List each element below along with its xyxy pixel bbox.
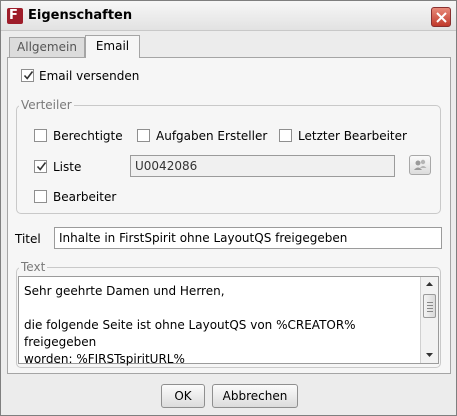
text-line: worden: %FIRSTspiritURL% [24,352,185,366]
checkmark-icon [36,162,47,171]
liste-checkbox[interactable] [34,160,47,173]
berechtigte-checkbox[interactable] [34,129,47,142]
berechtigte-label: Berechtigte [53,129,123,143]
verteiler-legend: Verteiler [19,98,74,112]
text-content: Sehr geehrte Damen und Herren, die folge… [24,283,419,368]
bearbeiter-label: Bearbeiter [53,190,117,204]
letzter-bearbeiter-checkbox[interactable] [279,129,292,142]
text-legend: Text [19,260,48,274]
arrow-down-icon [426,353,433,357]
arrow-up-icon [426,282,433,286]
close-button[interactable] [431,7,451,27]
ok-button[interactable]: OK [161,384,205,408]
text-area[interactable]: Sehr geehrte Damen und Herren, die folge… [18,276,439,366]
titel-label: Titel [15,232,41,246]
firstspirit-logo-icon: F [7,8,23,24]
email-tab-panel: Email versenden Verteiler Berechtigte Au… [7,57,451,374]
send-email-checkbox[interactable] [21,69,34,82]
tab-email[interactable]: Email [85,35,140,58]
scroll-up-arrow[interactable] [421,277,438,292]
close-icon [436,12,447,23]
users-icon [414,159,427,170]
cancel-button[interactable]: Abbrechen [212,384,298,408]
scroll-thumb[interactable] [423,294,436,318]
text-line: die folgende Seite ist ohne LayoutQS von… [24,318,356,349]
scroll-down-arrow[interactable] [421,348,438,363]
aufgaben-ersteller-label: Aufgaben Ersteller [156,129,268,143]
bearbeiter-checkbox[interactable] [34,190,47,203]
checkmark-icon [23,71,34,80]
send-email-label: Email versenden [39,69,140,83]
text-line: Sehr geehrte Damen und Herren, [24,284,225,298]
dialog-title: Eigenschaften [28,8,133,23]
titel-input[interactable]: Inhalte in FirstSpirit ohne LayoutQS fre… [54,227,442,249]
liste-label: Liste [53,160,82,174]
aufgaben-ersteller-checkbox[interactable] [137,129,150,142]
properties-dialog: F Eigenschaften Allgemein Email Email ve… [0,0,457,416]
title-bar[interactable]: F Eigenschaften [1,1,456,31]
liste-value-field[interactable]: U0042086 [130,155,395,177]
tab-allgemein[interactable]: Allgemein [9,37,85,57]
text-scrollbar[interactable] [420,277,438,363]
letzter-bearbeiter-label: Letzter Bearbeiter [298,129,407,143]
user-select-button[interactable] [409,155,431,175]
